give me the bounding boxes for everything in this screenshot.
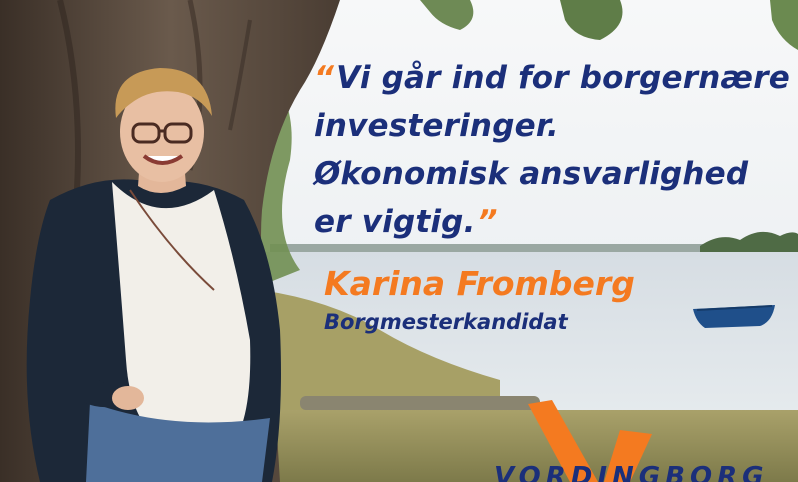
quote-line-2: investeringer.: [314, 108, 559, 144]
quote-line-3: Økonomisk ansvarlighed: [314, 156, 749, 192]
brand-wordmark: VORDINGBORG: [494, 462, 769, 482]
quote-open-mark: “: [314, 60, 335, 96]
candidate-role: Borgmesterkandidat: [324, 310, 568, 334]
candidate-name: Karina Fromberg: [324, 264, 635, 303]
quote-line-1: “Vi går ind for borgernære: [314, 60, 790, 96]
campaign-poster: “Vi går ind for borgernære investeringer…: [0, 0, 798, 482]
quote-line-4: er vigtig.”: [314, 204, 498, 240]
quote-close-mark: ”: [477, 204, 498, 240]
rowboat-icon: [693, 305, 775, 328]
campaign-quote: “Vi går ind for borgernære investeringer…: [314, 54, 790, 246]
shoreline-stones: [300, 396, 540, 410]
